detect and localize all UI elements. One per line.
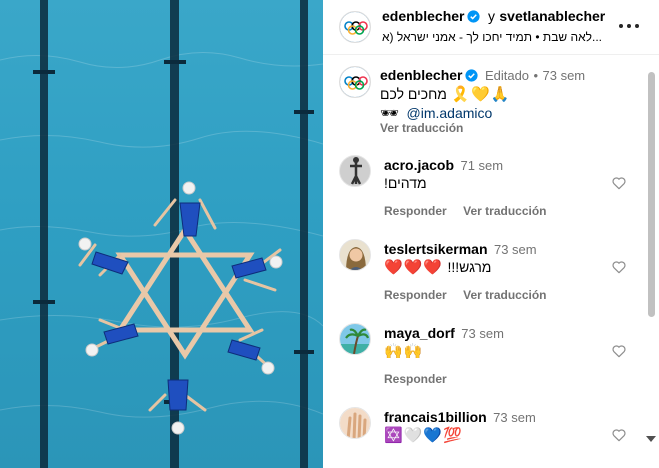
comment-emojis: ❤️❤️❤️	[384, 258, 444, 276]
caption-avatar[interactable]	[339, 66, 371, 98]
comment-text: מדהים!	[384, 175, 427, 191]
meta-dot: •	[533, 68, 539, 83]
comment-emojis: ✡️🤍💙💯	[384, 426, 463, 444]
heart-outline-icon[interactable]	[611, 427, 627, 443]
heart-outline-icon[interactable]	[611, 259, 627, 275]
comment-username[interactable]: teslertsikerman	[384, 241, 488, 257]
olympic-rings-icon	[340, 67, 370, 97]
comment-item: maya_dorf 73 sem 🙌🙌 Responder	[323, 323, 659, 393]
olympic-rings-icon	[340, 12, 370, 42]
comment-time[interactable]: 73 sem	[494, 242, 537, 257]
caption-translate-button[interactable]: Ver traducción	[380, 121, 463, 135]
comment-username[interactable]: francais1billion	[384, 409, 487, 425]
post-media	[0, 0, 323, 468]
commenter-avatar[interactable]	[339, 323, 371, 355]
comment-item: teslertsikerman 73 sem ❤️❤️❤️ מרגש!!! Re…	[323, 239, 659, 309]
post-header: edenblecher y svetlanablecher לאה שבת • …	[323, 0, 659, 55]
comment-time[interactable]: 73 sem	[493, 410, 536, 425]
post-panel: edenblecher y svetlanablecher לאה שבת • …	[323, 0, 659, 468]
acrobat-photo-icon	[340, 156, 370, 186]
comment-username[interactable]: acro.jacob	[384, 157, 454, 173]
mention-link[interactable]: @im.adamico	[407, 105, 493, 121]
reply-button[interactable]: Responder	[384, 288, 447, 302]
caption-time[interactable]: 73 sem	[543, 68, 586, 83]
comment-text-line: ❤️❤️❤️ מרגש!!!	[384, 258, 491, 277]
comment-item: francais1billion 73 sem ✡️🤍💙💯	[323, 407, 659, 468]
commenter-avatar[interactable]	[339, 407, 371, 439]
caption-text: מחכים לכם 🎗️💛🙏	[380, 85, 510, 104]
audio-attribution[interactable]: לאה שבת • תמיד יחכו לך - אמני ישראל (א..…	[382, 30, 622, 44]
comment-text: מרגש!!!	[447, 259, 492, 275]
sunglasses-emoji: 🕶	[380, 104, 401, 122]
synchronized-swimmers-star-image	[0, 0, 323, 468]
caption-meta: edenblecher Editado • 73 sem	[380, 67, 585, 85]
author-avatar[interactable]	[339, 11, 371, 43]
more-options-icon[interactable]	[619, 16, 639, 36]
reply-button[interactable]: Responder	[384, 372, 447, 386]
commenter-avatar[interactable]	[339, 155, 371, 187]
caption-emojis: 🎗️💛🙏	[451, 85, 511, 103]
comment-translate-button[interactable]: Ver traducción	[463, 204, 546, 218]
verified-badge-icon	[467, 10, 481, 23]
scroll-down-arrow-icon[interactable]	[646, 436, 656, 442]
comment-username[interactable]: maya_dorf	[384, 325, 455, 341]
portrait-photo-icon	[340, 240, 370, 270]
comment-time[interactable]: 73 sem	[461, 326, 504, 341]
raised-hands-photo-icon	[340, 408, 370, 438]
header-connector: y	[487, 8, 495, 24]
coauthor-username[interactable]: svetlanablecher	[499, 8, 605, 24]
commenter-avatar[interactable]	[339, 239, 371, 271]
author-username[interactable]: edenblecher	[382, 8, 464, 24]
edited-label: Editado	[484, 68, 530, 83]
comments-scrollbar[interactable]	[648, 72, 655, 317]
comment-time[interactable]: 71 sem	[460, 158, 503, 173]
beach-photo-icon	[340, 324, 370, 354]
comment-translate-button[interactable]: Ver traducción	[463, 288, 546, 302]
heart-outline-icon[interactable]	[611, 175, 627, 191]
verified-badge-icon	[465, 69, 479, 82]
heart-outline-icon[interactable]	[611, 343, 627, 359]
caption-hebrew-text: מחכים לכם	[380, 86, 447, 102]
caption-username[interactable]: edenblecher	[380, 67, 462, 83]
reply-button[interactable]: Responder	[384, 204, 447, 218]
comment-emojis: 🙌🙌	[384, 342, 424, 360]
post-caption: edenblecher Editado • 73 sem מחכים לכם 🎗…	[323, 66, 659, 136]
header-title: edenblecher y svetlanablecher	[382, 8, 622, 26]
comment-item: acro.jacob 71 sem מדהים! Responder Ver t…	[323, 155, 659, 225]
